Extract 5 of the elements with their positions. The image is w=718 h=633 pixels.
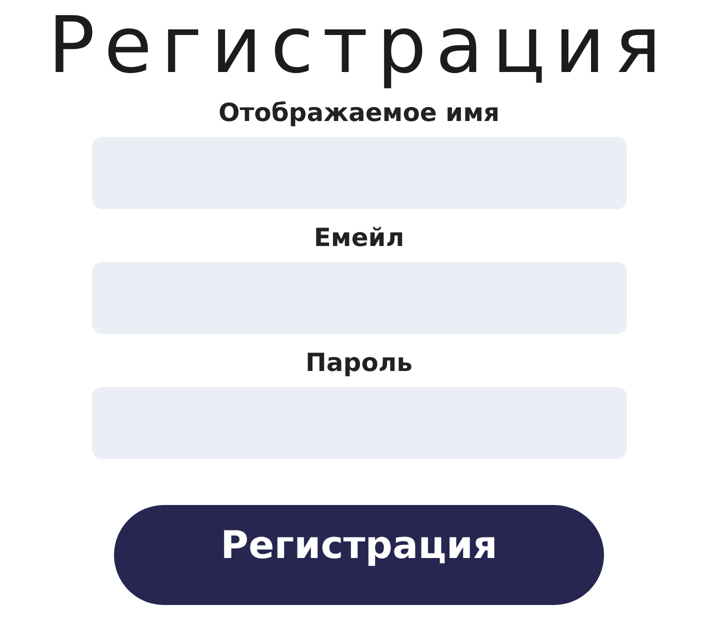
field-label: Емейл [314,222,404,252]
field-label: Отображаемое имя [218,98,500,127]
register-button[interactable]: Регистрация [114,504,604,605]
field-label: Пароль [306,348,412,377]
page-title: Регистрация [48,4,670,90]
